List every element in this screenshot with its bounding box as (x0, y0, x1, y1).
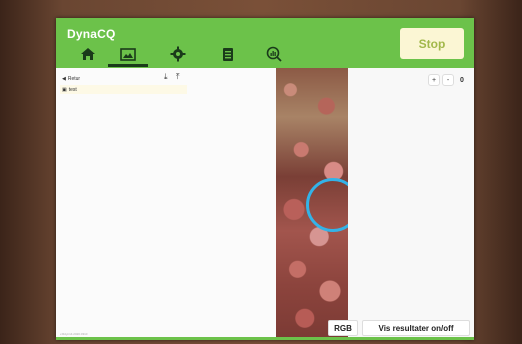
file-panel: ◀ Retur ⤓ ⤒ ▣ test v.Rdyn14.2020.0310 (56, 68, 276, 340)
app-title: DynaCQ (67, 27, 116, 41)
upload-icon[interactable]: ⤒ (176, 73, 180, 81)
gear-icon[interactable] (168, 45, 188, 63)
magnifier-circle[interactable] (306, 178, 348, 232)
results-toggle-button[interactable]: Vis resultater on/off (362, 320, 470, 336)
back-label: Retur (67, 76, 81, 82)
image-file-icon: ▣ (62, 86, 67, 93)
app-screen: DynaCQ Stop ◀ Retur ⤓ ⤒ ▣ test v.Rdyn14.… (56, 18, 474, 340)
file-name: test (68, 86, 77, 93)
stop-button[interactable]: Stop (400, 28, 464, 59)
sample-image[interactable] (276, 68, 348, 340)
download-icon[interactable]: ⤓ (164, 73, 168, 81)
top-bar: DynaCQ Stop (56, 18, 474, 68)
image-viewer: + - 0 RGB Vis resultater on/off (276, 68, 474, 340)
version-text: v.Rdyn14.2020.0310 (60, 332, 88, 336)
zoom-controls: + - 0 (428, 74, 468, 86)
bottom-bar (56, 337, 474, 340)
document-icon[interactable] (218, 45, 238, 63)
active-tab-indicator (108, 64, 148, 67)
zoom-out-button[interactable]: - (442, 74, 454, 86)
file-list-item[interactable]: ▣ test (60, 85, 187, 94)
rgb-button[interactable]: RGB (328, 320, 358, 336)
zoom-in-button[interactable]: + (428, 74, 440, 86)
arrow-left-icon: ◀ (62, 76, 66, 82)
analytics-icon[interactable] (264, 45, 284, 63)
back-link[interactable]: ◀ Retur (62, 76, 80, 82)
image-icon[interactable] (118, 45, 138, 63)
zoom-level: 0 (460, 76, 464, 84)
home-icon[interactable] (78, 45, 98, 63)
